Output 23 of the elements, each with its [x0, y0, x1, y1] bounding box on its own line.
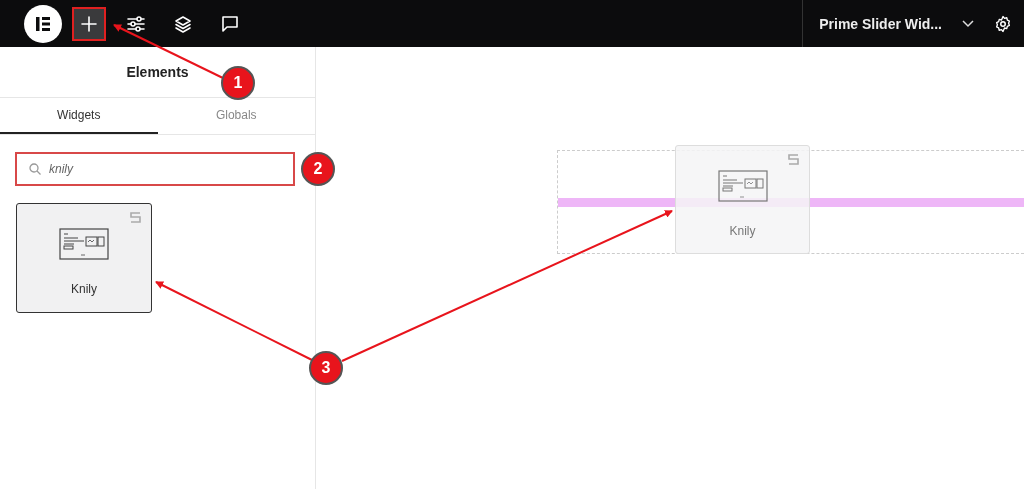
- panel-tab[interactable]: Globals: [157, 98, 315, 134]
- stack-icon: [788, 154, 799, 165]
- search-icon: [29, 163, 41, 175]
- step-number: 1: [221, 66, 255, 100]
- dragged-widget-card: Knily: [675, 145, 810, 254]
- sliders-icon: [127, 14, 145, 33]
- settings-icon[interactable]: [994, 14, 1012, 33]
- add-button[interactable]: [72, 6, 106, 41]
- panel-tab[interactable]: Widgets: [0, 98, 158, 134]
- layers-icon: [174, 14, 192, 33]
- panel-title: Elements: [126, 64, 189, 80]
- search-field[interactable]: knily: [15, 152, 295, 186]
- widget-card[interactable]: Knily: [16, 203, 152, 313]
- logo-icon[interactable]: [24, 4, 62, 43]
- plus-icon: [81, 15, 97, 32]
- document-title[interactable]: Prime Slider Wid...: [819, 15, 942, 32]
- widget-preview-icon: [59, 228, 109, 260]
- comment-icon: [221, 14, 239, 33]
- chevron-down-icon[interactable]: [962, 19, 974, 28]
- stack-icon: [130, 212, 141, 223]
- widget-preview-icon: [717, 170, 768, 202]
- step-number: 2: [301, 152, 335, 186]
- step-number: 3: [309, 351, 343, 385]
